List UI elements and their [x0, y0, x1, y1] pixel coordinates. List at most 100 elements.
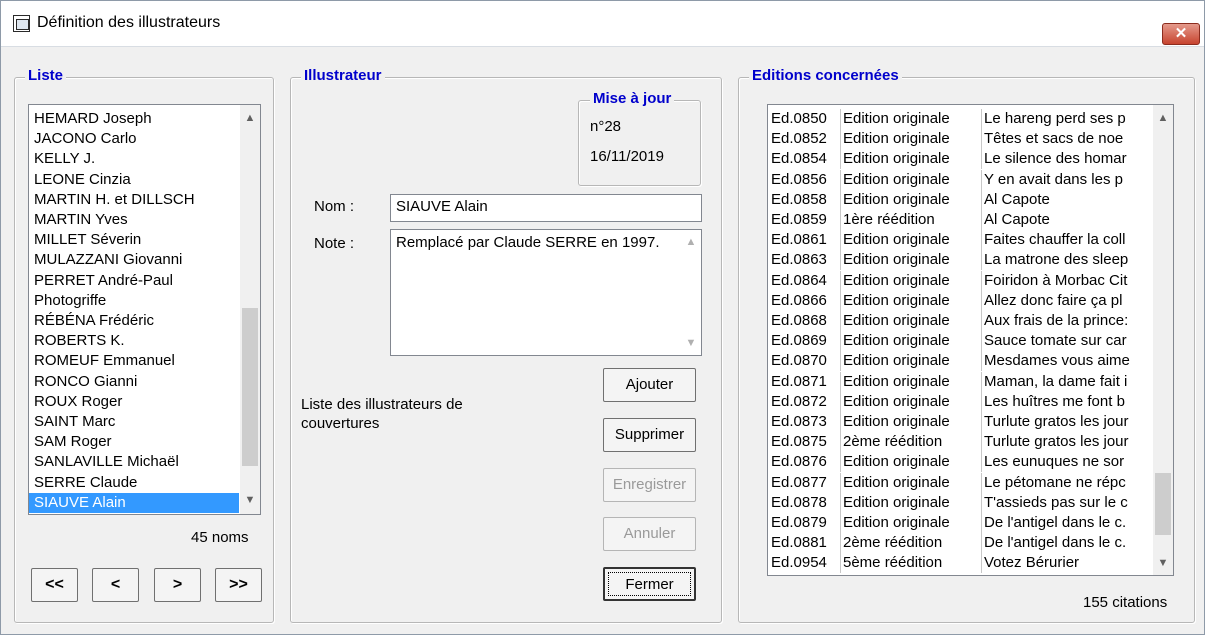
edition-type: Edition originale	[843, 190, 950, 208]
edition-row[interactable]: Ed.0878 Edition originale T'assieds pas su…	[768, 492, 1153, 513]
edition-ref: Ed.0856	[771, 170, 827, 188]
nom-input[interactable]: SIAUVE Alain	[390, 194, 702, 222]
edition-row[interactable]: Ed.0870 Edition originale Mesdames vous ai…	[768, 351, 1153, 372]
annuler-button[interactable]: Annuler	[603, 517, 696, 551]
edition-type: Edition originale	[843, 231, 950, 249]
first-record-button[interactable]: <<	[31, 568, 78, 602]
edition-type: Edition originale	[843, 251, 950, 269]
editions-scroll-down-icon[interactable]: ▼	[1153, 553, 1173, 573]
edition-type: Edition originale	[843, 372, 950, 390]
edition-row[interactable]: Ed.0854 Edition originale Le silence des h…	[768, 149, 1153, 170]
scroll-up-arrow-icon[interactable]: ▲	[240, 108, 260, 128]
scroll-down-arrow-icon[interactable]: ▼	[240, 490, 260, 510]
close-button[interactable]: ✕	[1162, 23, 1200, 45]
illustrator-list-item[interactable]: SIAUVE Alain	[29, 492, 239, 513]
illustrator-list-item[interactable]: SAINT Marc	[29, 412, 239, 432]
illustrator-list-scrollbar[interactable]: ▲ ▼	[240, 105, 260, 514]
column-separator	[840, 230, 841, 251]
edition-row[interactable]: Ed.0856 Edition originale Y en avait dans …	[768, 169, 1153, 190]
column-separator	[981, 432, 982, 453]
edition-row[interactable]: Ed.0858 Edition originale Al Capote	[768, 189, 1153, 210]
illustrator-list-item[interactable]: SERRE Claude	[29, 473, 239, 493]
mise-a-jour-legend: Mise à jour	[590, 90, 675, 107]
illustrator-list-item[interactable]: SAM Roger	[29, 432, 239, 452]
edition-row[interactable]: Ed.0876 Edition originale Les eunuques ne …	[768, 452, 1153, 473]
column-separator	[981, 290, 982, 311]
illustrator-list-item[interactable]: MULAZZANI Giovanni	[29, 250, 239, 270]
fermer-button[interactable]: Fermer	[603, 567, 696, 601]
title-bar[interactable]: Définition des illustrateurs ✕	[1, 1, 1204, 47]
enregistrer-button[interactable]: Enregistrer	[603, 468, 696, 502]
illustrator-list-item[interactable]: KELLY J.	[29, 149, 239, 169]
illustrator-list-item[interactable]: JACONO Carlo	[29, 129, 239, 149]
illustrator-listbox[interactable]: HEMARD Joseph JACONO Carlo KELLY J. LEONE C…	[28, 104, 261, 515]
editions-listbox[interactable]: Ed.0850 Edition originale Le hareng perd s…	[767, 104, 1174, 576]
edition-row[interactable]: Ed.0879 Edition originale De l'antigel dan…	[768, 513, 1153, 533]
editions-scroll-up-icon[interactable]: ▲	[1153, 108, 1173, 128]
column-separator	[840, 109, 841, 129]
column-separator	[981, 492, 982, 513]
illustrator-list-item[interactable]: RONCO Gianni	[29, 372, 239, 392]
illustrator-list-item[interactable]: ROUX Roger	[29, 392, 239, 412]
last-record-button[interactable]: >>	[215, 568, 262, 602]
edition-row[interactable]: Ed.0859 1ère réédition Al Capote	[768, 210, 1153, 230]
note-scrollbar[interactable]: ▲ ▼	[681, 230, 701, 355]
illustrator-list-item[interactable]: ROMEUF Emmanuel	[29, 351, 239, 371]
column-separator	[840, 553, 841, 574]
illustrator-list-item[interactable]: RÉBÉNA Frédéric	[29, 311, 239, 331]
column-separator	[840, 371, 841, 392]
edition-row[interactable]: Ed.0868 Edition originale Aux frais de la …	[768, 311, 1153, 331]
edition-row[interactable]: Ed.0877 Edition originale Le pétomane ne r…	[768, 472, 1153, 493]
illustrator-list-item[interactable]: MARTIN H. et DILLSCH	[29, 190, 239, 210]
edition-row[interactable]: Ed.0873 Edition originale Turlute gratos l…	[768, 412, 1153, 432]
edition-row[interactable]: Ed.0863 Edition originale La matrone des s…	[768, 250, 1153, 271]
previous-record-button[interactable]: <	[92, 568, 139, 602]
illustrator-list-item[interactable]: MILLET Séverin	[29, 230, 239, 250]
column-separator	[981, 129, 982, 150]
edition-type: 1ère réédition	[843, 211, 935, 228]
note-textarea[interactable]: Remplacé par Claude SERRE en 1997. ▲ ▼	[390, 229, 702, 356]
edition-title: Les eunuques ne sor	[984, 453, 1125, 471]
editions-scroll-thumb[interactable]	[1155, 473, 1171, 535]
edition-row[interactable]: Ed.0872 Edition originale Les huîtres me f…	[768, 391, 1153, 412]
supprimer-button[interactable]: Supprimer	[603, 418, 696, 452]
editions-scrollbar[interactable]: ▲ ▼	[1153, 105, 1173, 575]
scroll-thumb[interactable]	[242, 308, 258, 466]
column-separator	[840, 391, 841, 412]
illustrator-list-item[interactable]: Photogriffe	[29, 291, 239, 311]
edition-row[interactable]: Ed.0852 Edition originale Têtes et sacs de…	[768, 129, 1153, 150]
edition-title: Sauce tomate sur car	[984, 332, 1127, 350]
edition-title: Al Capote	[984, 211, 1050, 228]
column-separator	[981, 533, 982, 554]
edition-row[interactable]: Ed.0869 Edition originale Sauce tomate sur…	[768, 331, 1153, 352]
illustrator-list-item[interactable]: HEMARD Joseph	[29, 109, 239, 129]
edition-type: Edition originale	[843, 413, 950, 430]
edition-ref: Ed.0876	[771, 453, 827, 471]
column-separator	[981, 210, 982, 230]
illustrator-list-item[interactable]: LEONE Cinzia	[29, 170, 239, 190]
column-separator	[840, 149, 841, 170]
column-separator	[840, 129, 841, 150]
note-scroll-down-icon[interactable]: ▼	[681, 333, 701, 353]
illustrator-list-item[interactable]: PERRET André-Paul	[29, 271, 239, 291]
edition-row[interactable]: Ed.0871 Edition originale Maman, la dame f…	[768, 371, 1153, 392]
edition-row[interactable]: Ed.0875 2ème réédition Turlute gratos les …	[768, 432, 1153, 453]
illustrator-list-item[interactable]: ROBERTS K.	[29, 331, 239, 351]
ajouter-button[interactable]: Ajouter	[603, 368, 696, 402]
edition-row[interactable]: Ed.0861 Edition originale Faites chauffer …	[768, 230, 1153, 251]
edition-row[interactable]: Ed.0864 Edition originale Foiridon à Morba…	[768, 270, 1153, 291]
edition-row[interactable]: Ed.0881 2ème réédition De l'antigel dans l…	[768, 533, 1153, 554]
note-scroll-up-icon[interactable]: ▲	[681, 232, 701, 252]
edition-title: Allez donc faire ça pl	[984, 291, 1123, 309]
edition-row[interactable]: Ed.0866 Edition originale Allez donc faire…	[768, 290, 1153, 311]
column-separator	[840, 169, 841, 190]
illustrator-list-item[interactable]: SANLAVILLE Michaël	[29, 452, 239, 472]
column-separator	[840, 492, 841, 513]
edition-row[interactable]: Ed.0850 Edition originale Le hareng perd s…	[768, 109, 1153, 129]
edition-row[interactable]: Ed.0954 5ème réédition Votez Bérurier	[768, 553, 1153, 574]
illustrator-list-item[interactable]: MARTIN Yves	[29, 210, 239, 230]
column-separator	[981, 189, 982, 210]
edition-title: Le hareng perd ses p	[984, 110, 1126, 127]
edition-ref: Ed.0866	[771, 291, 827, 309]
next-record-button[interactable]: >	[154, 568, 201, 602]
